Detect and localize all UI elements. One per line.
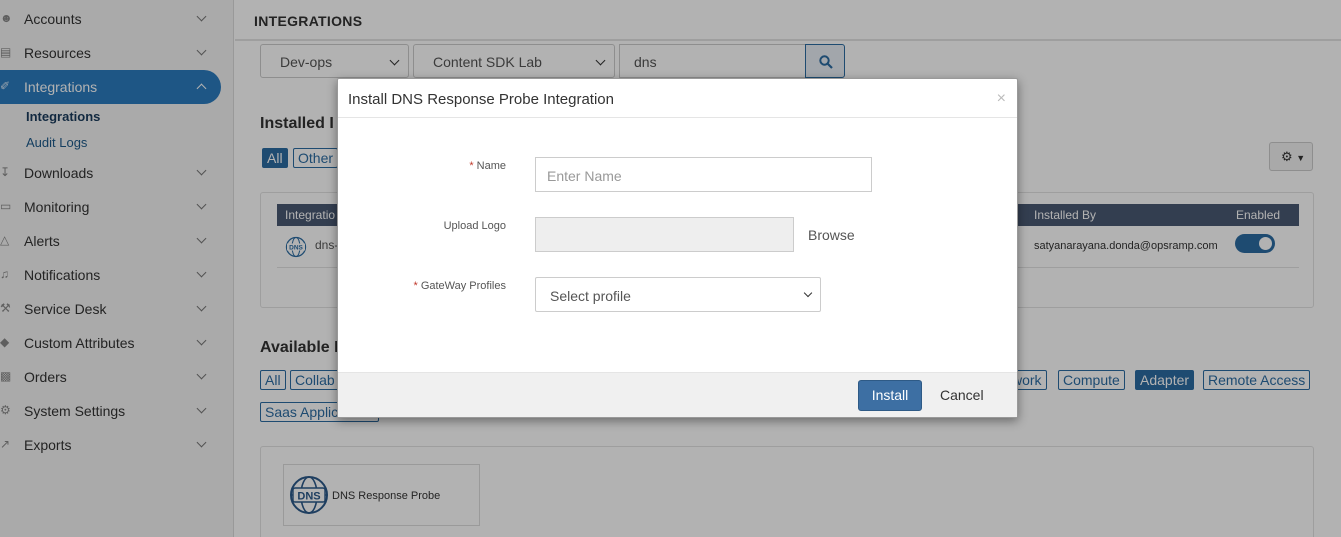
chevron-down-icon [803, 288, 813, 298]
name-input[interactable]: Enter Name [535, 157, 872, 192]
install-integration-modal: Install DNS Response Probe Integration ×… [337, 78, 1018, 418]
modal-title: Install DNS Response Probe Integration [348, 91, 614, 108]
cancel-button[interactable]: Cancel [940, 387, 984, 403]
gateway-profile-select[interactable]: Select profile [535, 277, 821, 312]
modal-header: Install DNS Response Probe Integration × [338, 79, 1017, 118]
required-asterisk: * [469, 160, 474, 172]
close-icon[interactable]: × [997, 90, 1006, 108]
name-label: * Name [469, 160, 506, 172]
required-asterisk: * [413, 280, 418, 292]
gateway-profiles-label: * GateWay Profiles [413, 280, 506, 292]
gateway-profile-value: Select profile [550, 288, 631, 304]
modal-footer: Install Cancel [338, 372, 1017, 417]
upload-logo-field[interactable] [535, 217, 794, 252]
upload-logo-label: Upload Logo [443, 220, 506, 232]
install-button[interactable]: Install [858, 380, 922, 411]
browse-button[interactable]: Browse [808, 227, 855, 243]
